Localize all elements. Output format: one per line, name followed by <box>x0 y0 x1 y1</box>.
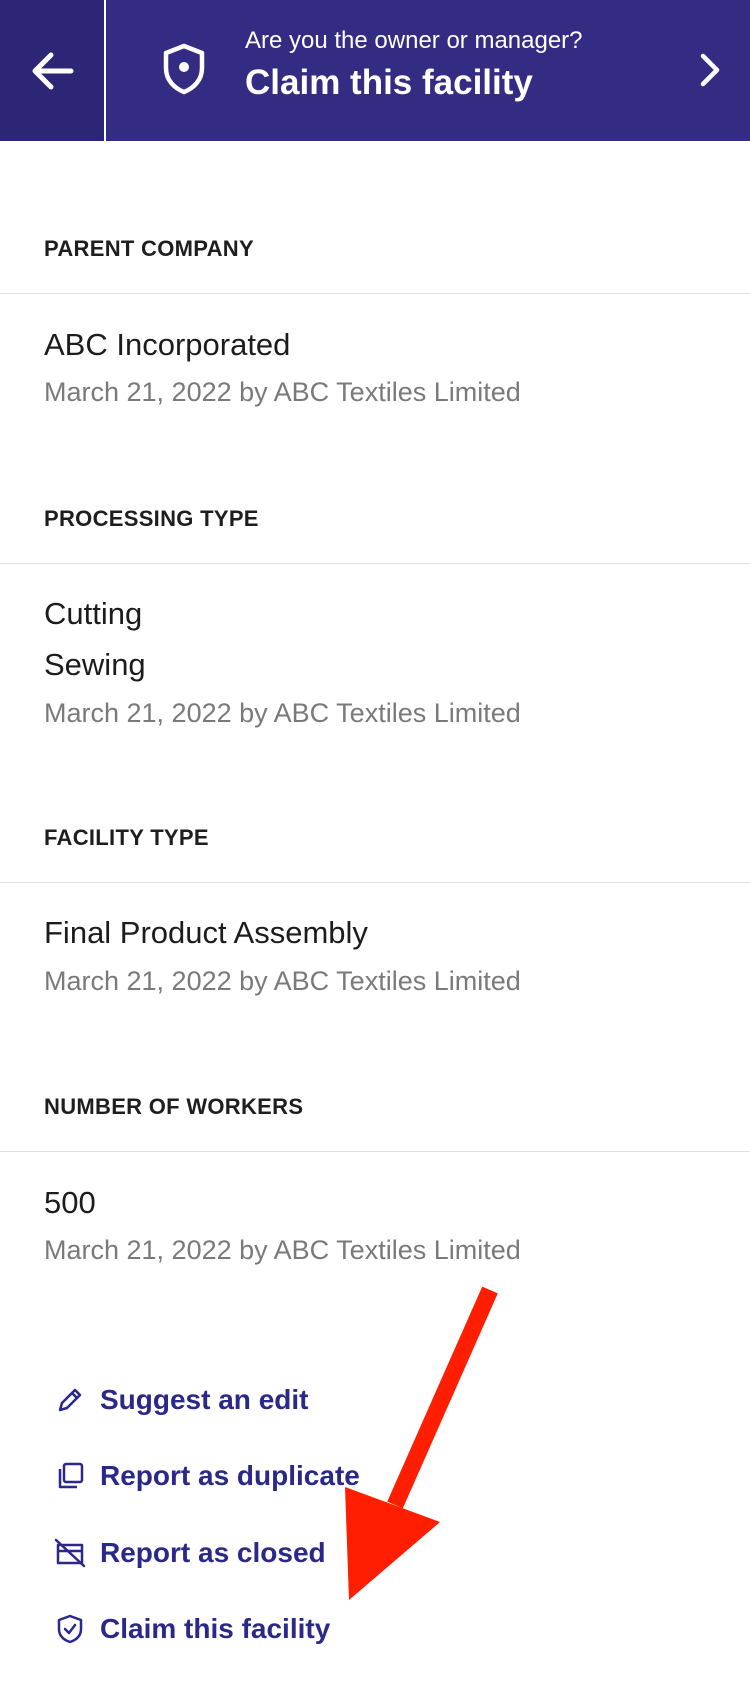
chevron-right-icon <box>700 53 720 87</box>
section-label-facility-type: FACILITY TYPE <box>44 825 209 850</box>
number-of-workers-value: 500 <box>44 1185 96 1220</box>
parent-company-meta: March 21, 2022 by ABC Textiles Limited <box>44 377 521 407</box>
report-closed-link[interactable]: Report as closed <box>52 1535 326 1571</box>
report-duplicate-label: Report as duplicate <box>100 1460 360 1491</box>
section-label-number-of-workers: NUMBER OF WORKERS <box>44 1094 304 1119</box>
claim-facility-link[interactable]: Claim this facility <box>52 1611 330 1647</box>
divider <box>0 882 750 883</box>
arrow-left-icon <box>32 52 74 89</box>
back-button[interactable] <box>0 0 106 141</box>
claim-banner-title: Claim this facility <box>245 63 533 102</box>
claim-banner-subtitle: Are you the owner or manager? <box>245 27 583 54</box>
parent-company-value: ABC Incorporated <box>44 327 291 362</box>
number-of-workers-meta: March 21, 2022 by ABC Textiles Limited <box>44 1235 521 1265</box>
shield-icon <box>163 43 205 95</box>
report-duplicate-link[interactable]: Report as duplicate <box>52 1458 360 1494</box>
divider <box>0 1151 750 1152</box>
facility-type-meta: March 21, 2022 by ABC Textiles Limited <box>44 966 521 996</box>
processing-type-value-2: Sewing <box>44 647 146 682</box>
claim-banner-bar: Are you the owner or manager? Claim this… <box>0 0 750 141</box>
facility-type-value: Final Product Assembly <box>44 915 368 950</box>
section-label-processing-type: PROCESSING TYPE <box>44 506 259 531</box>
report-closed-label: Report as closed <box>100 1537 326 1568</box>
closed-store-icon <box>52 1535 88 1571</box>
claim-facility-banner-link[interactable]: Are you the owner or manager? Claim this… <box>106 0 750 141</box>
divider <box>0 293 750 294</box>
shield-check-icon <box>52 1611 88 1647</box>
divider <box>0 563 750 564</box>
pencil-icon <box>52 1382 88 1418</box>
processing-type-value-1: Cutting <box>44 596 143 631</box>
processing-type-meta: March 21, 2022 by ABC Textiles Limited <box>44 698 521 728</box>
claim-facility-label: Claim this facility <box>100 1613 331 1644</box>
section-label-parent-company: PARENT COMPANY <box>44 236 254 261</box>
duplicate-icon <box>52 1458 88 1494</box>
claim-banner-text: Are you the owner or manager? Claim this… <box>245 26 583 106</box>
suggest-edit-label: Suggest an edit <box>100 1384 309 1415</box>
suggest-edit-link[interactable]: Suggest an edit <box>52 1382 308 1418</box>
